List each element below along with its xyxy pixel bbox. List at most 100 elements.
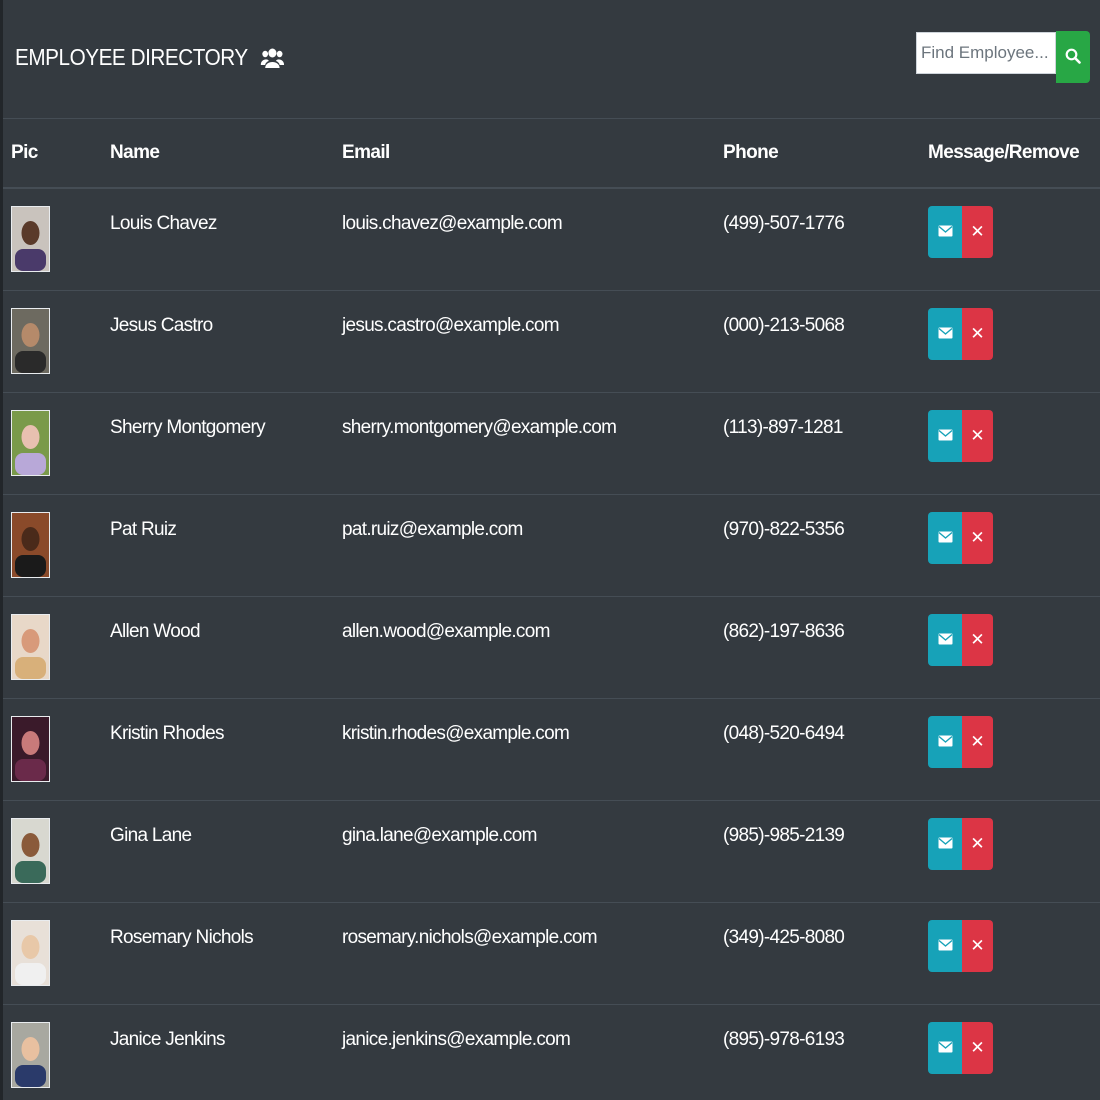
- column-header-name: Name: [102, 118, 334, 189]
- message-button[interactable]: [928, 614, 962, 666]
- avatar: [11, 818, 50, 884]
- close-icon: ✕: [970, 426, 985, 446]
- employee-name: Allen Wood: [110, 621, 201, 642]
- search-input[interactable]: [916, 32, 1056, 74]
- table-row: Gina Lane gina.lane@example.com (985)-985-…: [3, 800, 1100, 903]
- pic-cell: [3, 392, 102, 495]
- table-row: Janice Jenkins janice.jenkins@example.com…: [3, 1004, 1100, 1100]
- remove-button[interactable]: ✕: [962, 716, 993, 768]
- name-cell: Allen Wood: [102, 596, 334, 699]
- employee-email: gina.lane@example.com: [342, 825, 537, 846]
- envelope-icon: [938, 837, 953, 852]
- envelope-icon: [938, 531, 953, 546]
- message-button[interactable]: [928, 920, 962, 972]
- table-row: Sherry Montgomery sherry.montgomery@examp…: [3, 392, 1100, 495]
- avatar: [11, 1022, 50, 1088]
- actions-cell: ✕: [920, 902, 1100, 1005]
- name-cell: Sherry Montgomery: [102, 392, 334, 495]
- avatar: [11, 512, 50, 578]
- actions-cell: ✕: [920, 1004, 1100, 1100]
- message-button[interactable]: [928, 206, 962, 258]
- employee-name: Louis Chavez: [110, 213, 217, 234]
- email-cell: pat.ruiz@example.com: [334, 494, 715, 597]
- remove-button[interactable]: ✕: [962, 1022, 993, 1074]
- employee-phone: (499)-507-1776: [723, 213, 845, 234]
- close-icon: ✕: [970, 222, 985, 242]
- message-button[interactable]: [928, 818, 962, 870]
- pic-cell: [3, 1004, 102, 1100]
- row-actions: ✕: [928, 818, 1100, 870]
- name-cell: Gina Lane: [102, 800, 334, 903]
- pic-cell: [3, 902, 102, 1005]
- employee-phone: (048)-520-6494: [723, 723, 845, 744]
- page-title-text: EMPLOYEE DIRECTORY: [15, 44, 248, 70]
- avatar: [11, 920, 50, 986]
- close-icon: ✕: [970, 528, 985, 548]
- close-icon: ✕: [970, 1038, 985, 1058]
- message-button[interactable]: [928, 410, 962, 462]
- message-button[interactable]: [928, 1022, 962, 1074]
- employee-name: Rosemary Nichols: [110, 927, 254, 948]
- avatar: [11, 206, 50, 272]
- employee-email: pat.ruiz@example.com: [342, 519, 523, 540]
- phone-cell: (862)-197-8636: [715, 596, 920, 699]
- table-row: Allen Wood allen.wood@example.com (862)-19…: [3, 596, 1100, 699]
- employee-name: Jesus Castro: [110, 315, 213, 336]
- employee-email: jesus.castro@example.com: [342, 315, 560, 336]
- pic-cell: [3, 800, 102, 903]
- avatar: [11, 716, 50, 782]
- email-cell: jesus.castro@example.com: [334, 290, 715, 393]
- message-button[interactable]: [928, 512, 962, 564]
- close-icon: ✕: [970, 732, 985, 752]
- remove-button[interactable]: ✕: [962, 308, 993, 360]
- remove-button[interactable]: ✕: [962, 410, 993, 462]
- remove-button[interactable]: ✕: [962, 206, 993, 258]
- phone-cell: (895)-978-6193: [715, 1004, 920, 1100]
- name-cell: Kristin Rhodes: [102, 698, 334, 801]
- actions-cell: ✕: [920, 596, 1100, 699]
- employee-phone: (970)-822-5356: [723, 519, 845, 540]
- pic-cell: [3, 494, 102, 597]
- employee-phone: (985)-985-2139: [723, 825, 845, 846]
- email-cell: rosemary.nichols@example.com: [334, 902, 715, 1005]
- search-button[interactable]: [1056, 31, 1090, 83]
- remove-button[interactable]: ✕: [962, 614, 993, 666]
- remove-button[interactable]: ✕: [962, 512, 993, 564]
- message-button[interactable]: [928, 308, 962, 360]
- envelope-icon: [938, 327, 953, 342]
- column-header-phone: Phone: [715, 118, 920, 189]
- table-row: Jesus Castro jesus.castro@example.com (000…: [3, 290, 1100, 393]
- employee-phone: (000)-213-5068: [723, 315, 845, 336]
- employee-name: Kristin Rhodes: [110, 723, 224, 744]
- row-actions: ✕: [928, 206, 1100, 258]
- column-header-email: Email: [334, 118, 715, 189]
- employee-phone: (349)-425-8080: [723, 927, 845, 948]
- close-icon: ✕: [970, 324, 985, 344]
- remove-button[interactable]: ✕: [962, 920, 993, 972]
- employee-email: kristin.rhodes@example.com: [342, 723, 570, 744]
- close-icon: ✕: [970, 834, 985, 854]
- envelope-icon: [938, 735, 953, 750]
- table-row: Kristin Rhodes kristin.rhodes@example.com…: [3, 698, 1100, 801]
- actions-cell: ✕: [920, 392, 1100, 495]
- name-cell: Rosemary Nichols: [102, 902, 334, 1005]
- employee-name: Sherry Montgomery: [110, 417, 266, 438]
- row-actions: ✕: [928, 410, 1100, 462]
- name-cell: Jesus Castro: [102, 290, 334, 393]
- phone-cell: (970)-822-5356: [715, 494, 920, 597]
- phone-cell: (985)-985-2139: [715, 800, 920, 903]
- employee-table: Pic Name Email Phone Message/Remove Loui…: [3, 118, 1100, 1100]
- employee-directory-page: EMPLOYEE DIRECTORY Find Employee... Pic …: [0, 0, 1100, 1100]
- avatar: [11, 614, 50, 680]
- envelope-icon: [938, 939, 953, 954]
- message-button[interactable]: [928, 716, 962, 768]
- employee-email: louis.chavez@example.com: [342, 213, 563, 234]
- actions-cell: ✕: [920, 698, 1100, 801]
- pic-cell: [3, 698, 102, 801]
- employee-name: Pat Ruiz: [110, 519, 177, 540]
- email-cell: allen.wood@example.com: [334, 596, 715, 699]
- remove-button[interactable]: ✕: [962, 818, 993, 870]
- employee-phone: (113)-897-1281: [723, 417, 843, 438]
- search-bar: [916, 31, 1090, 83]
- header: EMPLOYEE DIRECTORY: [3, 0, 1100, 118]
